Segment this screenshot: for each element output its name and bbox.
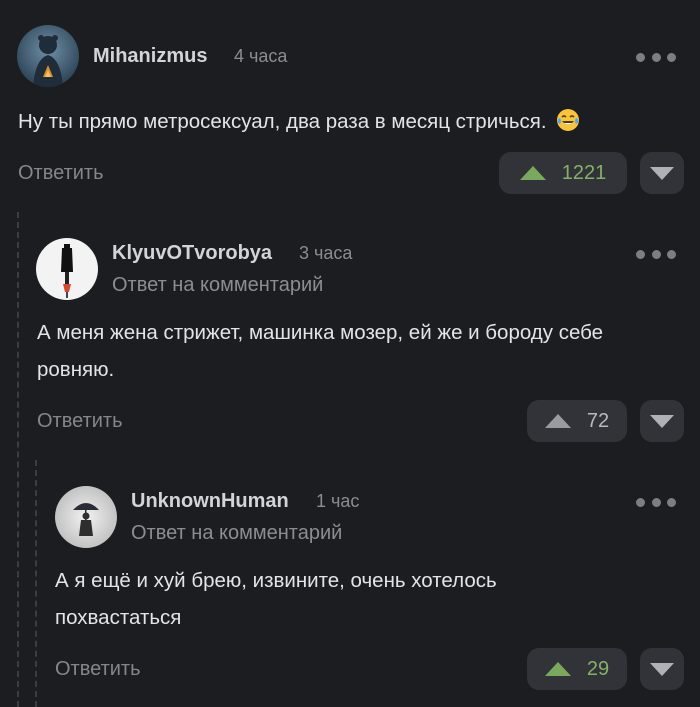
- more-options-icon[interactable]: [636, 495, 676, 509]
- tears-of-joy-emoji-icon: [557, 109, 580, 131]
- upvote-button[interactable]: 72: [527, 400, 627, 442]
- comment-text: А меня жена стрижет, машинка мозер, ей ж…: [37, 321, 604, 381]
- vote-count: 29: [586, 657, 610, 680]
- reply-button[interactable]: Ответить: [18, 162, 104, 185]
- avatar-bear-image: [17, 25, 79, 87]
- timestamp: 1 час: [316, 491, 360, 511]
- avatar[interactable]: [55, 486, 117, 548]
- thread-line-level-1: [17, 212, 21, 707]
- more-options-icon[interactable]: [636, 50, 676, 64]
- upvote-arrow-icon: [544, 662, 571, 676]
- vote-count: 1221: [561, 161, 607, 184]
- downvote-button[interactable]: [640, 400, 684, 442]
- upvote-arrow-icon: [544, 414, 571, 428]
- comment-text: А я ещё и хуй брею, извините, очень хоте…: [55, 569, 497, 629]
- upvote-button[interactable]: 1221: [499, 152, 627, 194]
- username[interactable]: UnknownHuman: [131, 490, 289, 513]
- reply-context-label[interactable]: Ответ на комментарий: [112, 274, 323, 297]
- thread-line-level-2: [35, 460, 39, 707]
- downvote-button[interactable]: [640, 152, 684, 194]
- reply-context-label[interactable]: Ответ на комментарий: [131, 522, 342, 545]
- comment-text: Ну ты прямо метросексуал, два раза в мес…: [18, 103, 678, 140]
- downvote-arrow-icon: [650, 662, 674, 676]
- upvote-arrow-icon: [519, 166, 546, 180]
- avatar-umbrella-image: [55, 486, 117, 548]
- upvote-button[interactable]: 29: [527, 648, 627, 690]
- username[interactable]: KlyuvOTvorobya: [112, 242, 272, 265]
- timestamp: 3 часа: [299, 243, 353, 263]
- comments-thread: Mihanizmus 4 часа Ну ты прямо метросексу…: [0, 0, 700, 707]
- avatar-figure-image: [36, 238, 98, 300]
- comment-body: Ну ты прямо метросексуал, два раза в мес…: [18, 110, 547, 133]
- timestamp: 4 часа: [234, 46, 288, 66]
- downvote-arrow-icon: [650, 166, 674, 180]
- reply-button[interactable]: Ответить: [37, 410, 123, 433]
- downvote-arrow-icon: [650, 414, 674, 428]
- downvote-button[interactable]: [640, 648, 684, 690]
- avatar[interactable]: [17, 25, 79, 87]
- avatar[interactable]: [36, 238, 98, 300]
- username[interactable]: Mihanizmus: [93, 45, 207, 68]
- more-options-icon[interactable]: [636, 247, 676, 261]
- reply-button[interactable]: Ответить: [55, 658, 141, 681]
- vote-count: 72: [586, 409, 610, 432]
